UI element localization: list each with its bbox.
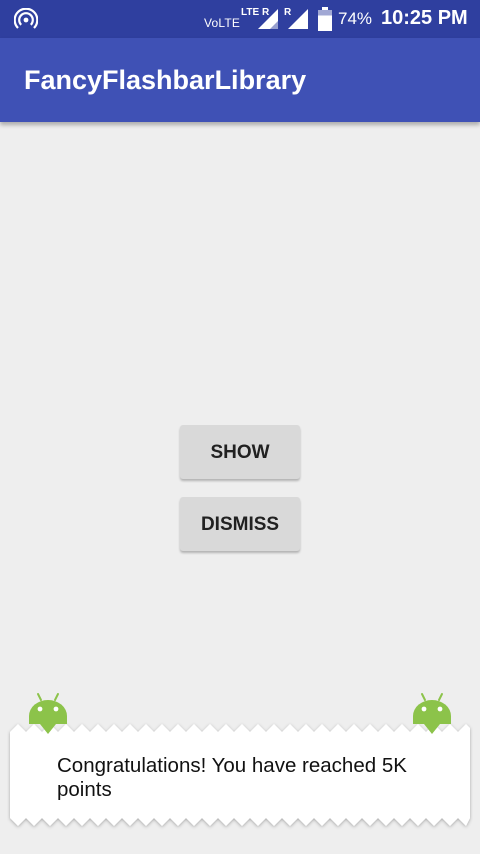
hotspot-icon [14,8,38,29]
dismiss-button[interactable]: DISMISS [180,497,300,551]
android-icon [413,693,451,734]
status-bar: VoLTE LTE R R 74% 10:25 PM [0,0,480,38]
android-icon [29,693,67,734]
app-title: FancyFlashbarLibrary [24,65,307,95]
flashbar[interactable]: Congratulations! You have reached 5K poi… [0,712,480,832]
signal-icon [288,9,308,29]
flashbar-message: Congratulations! You have reached 5K poi… [57,754,407,801]
battery-percent: 74% [338,9,373,28]
show-button[interactable]: SHOW [180,425,300,479]
clock-time: 10:25 PM [381,7,468,29]
volte-label: VoLTE [204,16,241,30]
app-toolbar: FancyFlashbarLibrary [0,38,480,122]
signal-icon [258,9,278,29]
battery-icon [318,7,332,31]
